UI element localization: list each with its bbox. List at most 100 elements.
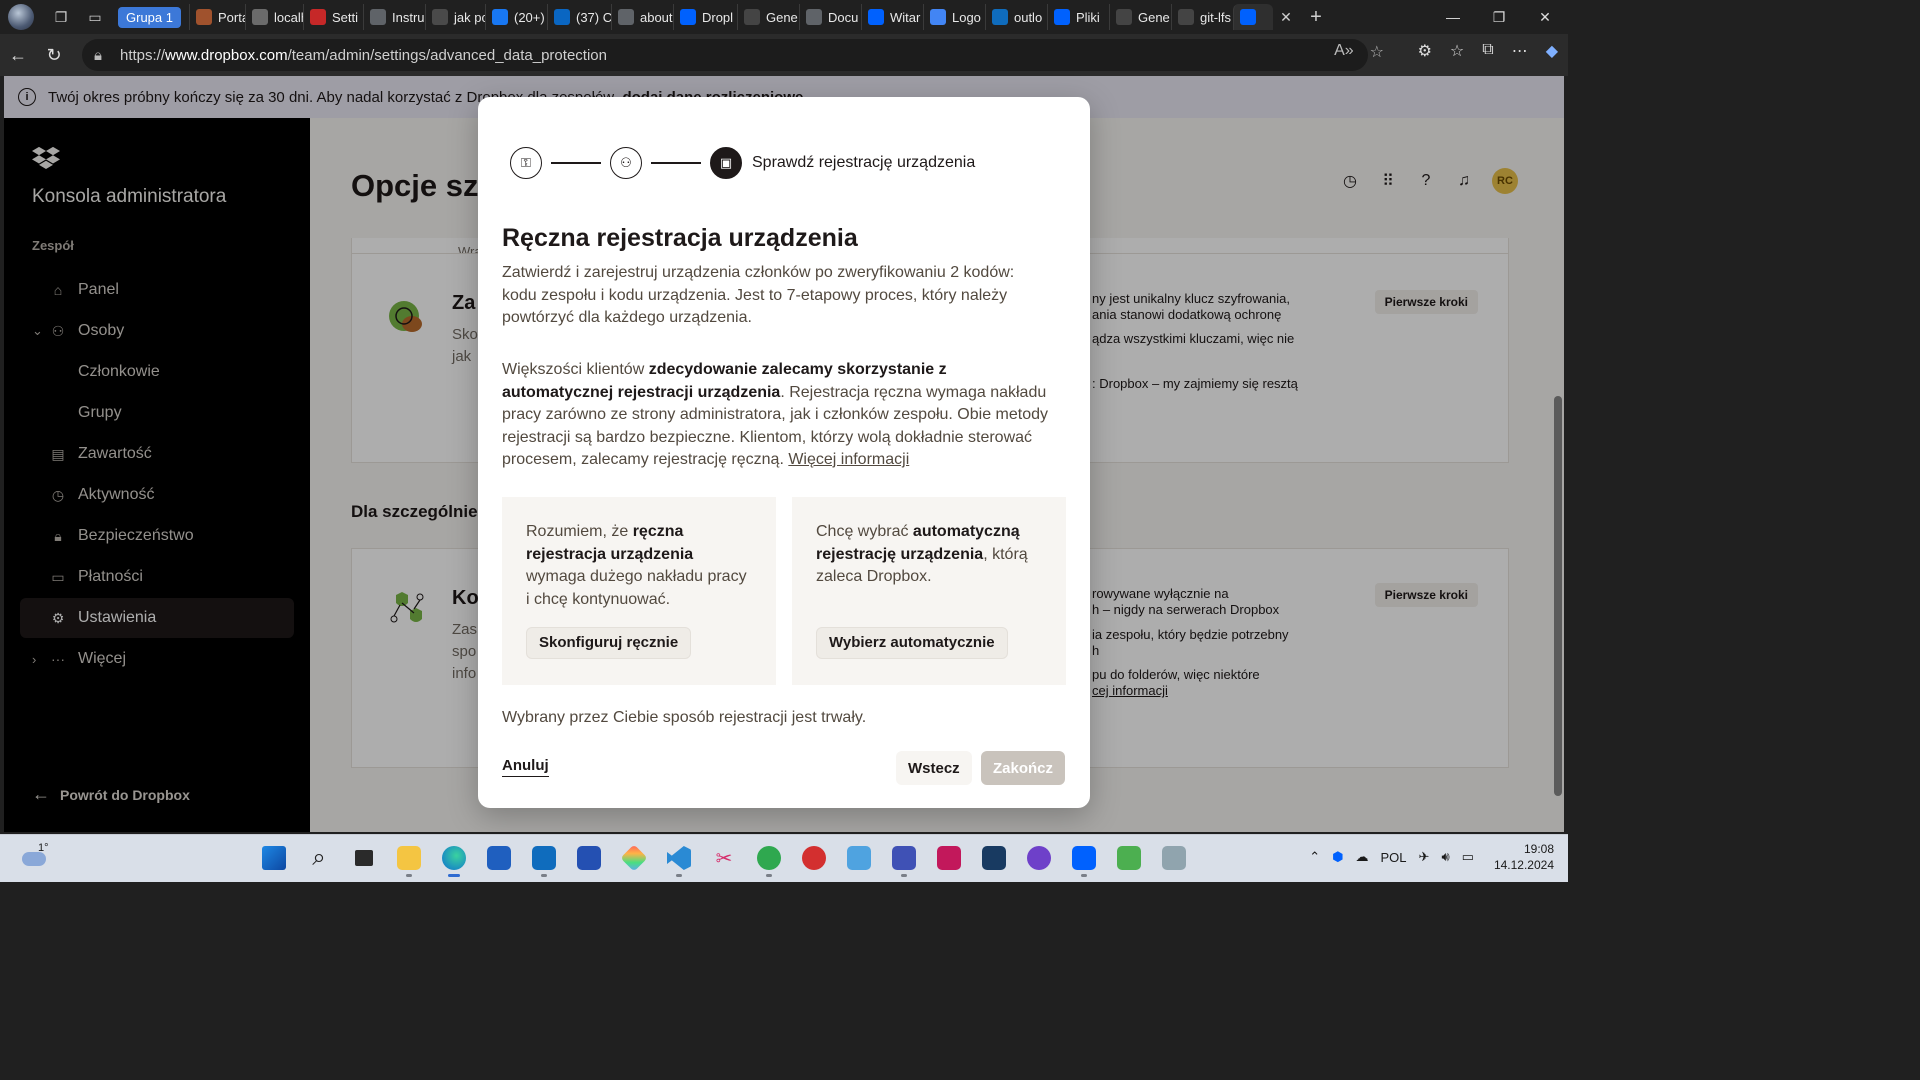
clock[interactable]: 19:08 14.12.2024	[1494, 841, 1554, 873]
app-files-icon[interactable]	[1113, 841, 1145, 875]
back-button[interactable]: Wstecz	[896, 751, 972, 785]
close-tab-icon[interactable]: ✕	[1277, 8, 1295, 26]
browser-tab[interactable]: Gene	[1108, 4, 1171, 30]
app-green-icon[interactable]	[753, 841, 785, 877]
browser-tab[interactable]: localh	[244, 4, 303, 30]
permanent-choice-note: Wybrany przez Ciebie sposób rejestracji …	[502, 709, 867, 726]
tab-label: Porta	[217, 9, 245, 25]
vscode-icon[interactable]	[663, 841, 695, 877]
tab-favicon-icon	[1239, 9, 1256, 25]
tab-favicon-icon	[431, 9, 448, 25]
browser-tab[interactable]: Witar	[860, 4, 923, 30]
more-menu-icon[interactable]: ⋯	[1512, 41, 1528, 61]
browser-tab[interactable]: (37) C	[546, 4, 611, 30]
outlook-icon[interactable]	[528, 841, 560, 877]
address-bar-row: ← ↻ 🔒︎ https://www.dropbox.com/team/admi…	[0, 34, 1568, 76]
automatic-option-card: Chcę wybrać automatyczną rejestrację urz…	[792, 497, 1066, 685]
back-icon[interactable]: ←	[0, 37, 36, 73]
app-red-icon[interactable]	[798, 841, 830, 875]
favorites-icon[interactable]: ☆	[1450, 41, 1464, 61]
tab-actions-icon[interactable]: ▭	[86, 8, 104, 26]
favorite-star-icon[interactable]: ☆	[1370, 42, 1384, 62]
key-icon: ⚿	[510, 147, 542, 179]
copilot-icon[interactable]: ◆	[1546, 41, 1558, 61]
start-icon[interactable]	[258, 841, 290, 875]
url-field[interactable]: 🔒︎ https://www.dropbox.com/team/admin/se…	[82, 39, 1368, 71]
profile-avatar[interactable]	[8, 4, 34, 30]
refresh-icon[interactable]: ↻	[36, 37, 72, 73]
media-app-icon[interactable]	[933, 841, 965, 875]
network-app-icon[interactable]	[888, 841, 920, 877]
weather-widget[interactable]: 1°	[18, 842, 50, 870]
dropbox-tray-icon[interactable]: ⬢	[1332, 849, 1343, 865]
browser-tab[interactable]: (20+)	[484, 4, 547, 30]
user-key-icon: ⚇	[610, 147, 642, 179]
save-icon[interactable]	[573, 841, 605, 875]
tab-label: about	[639, 9, 673, 25]
dropbox-icon[interactable]	[1068, 841, 1100, 877]
onedrive-icon[interactable]: ☁	[1356, 849, 1369, 865]
device-check-icon: ▣	[710, 147, 742, 179]
temperature: 1°	[38, 842, 49, 854]
page-scrollbar[interactable]	[1552, 256, 1564, 826]
git-kraken-icon[interactable]	[618, 841, 650, 875]
browser-tab[interactable]: Pliki	[1046, 4, 1109, 30]
taskbar-apps: ⌕ ✂	[258, 841, 1190, 877]
browser-tab[interactable]: Dropl	[672, 4, 737, 30]
device-registration-modal: ⚿ ⚇ ▣ Sprawdź rejestrację urządzenia Ręc…	[478, 97, 1090, 808]
browser-tab-bar: ❐ ▭ Grupa 1 Porta localh Setti Instru jak pc…	[0, 0, 1568, 34]
store-icon[interactable]	[483, 841, 515, 875]
read-aloud-icon[interactable]: A»	[1334, 42, 1354, 62]
snipping-tool-icon[interactable]: ✂	[708, 841, 740, 875]
battery-icon[interactable]: ▭	[1462, 849, 1474, 865]
app-stack-icon[interactable]	[1158, 841, 1190, 875]
tab-favicon-icon	[617, 9, 634, 25]
restore-icon[interactable]: ❐	[1476, 9, 1522, 26]
configure-manually-button[interactable]: Skonfiguruj ręcznie	[526, 627, 692, 659]
scrollbar-thumb[interactable]	[1554, 396, 1562, 796]
system-tray: ⌃ ⬢ ☁ POL ✈ 🔊︎ ▭ 19:08 14.12.2024	[1309, 841, 1554, 873]
finish-button[interactable]: Zakończ	[981, 751, 1066, 785]
tab-label: Witar	[889, 9, 921, 25]
github-desktop-icon[interactable]	[1023, 841, 1055, 875]
search-icon[interactable]: ⌕	[303, 841, 335, 875]
collections-icon[interactable]: ⧉	[1482, 41, 1493, 61]
tab-label: Gene	[1137, 9, 1170, 25]
choose-automatic-button[interactable]: Wybierz automatycznie	[816, 627, 1008, 659]
time: 19:08	[1523, 842, 1554, 856]
browser-tab[interactable]: outlo	[984, 4, 1047, 30]
browser-tab[interactable]: Logo	[922, 4, 985, 30]
browser-tab[interactable]: git-lfs	[1170, 4, 1233, 30]
minimize-icon[interactable]: —	[1430, 9, 1476, 25]
browser-tab[interactable]	[1232, 4, 1273, 30]
browser-tab[interactable]: jak pc	[424, 4, 485, 30]
step-connector	[551, 162, 601, 164]
tab-label: Gene	[765, 9, 798, 25]
virtualbox-icon[interactable]	[978, 841, 1010, 875]
browser-tab[interactable]: Gene	[736, 4, 799, 30]
step-connector	[651, 162, 701, 164]
extensions-icon[interactable]: ⚙	[1418, 41, 1432, 61]
tab-favicon-icon	[929, 9, 946, 25]
language-indicator[interactable]: POL	[1381, 850, 1407, 865]
tab-group-label[interactable]: Grupa 1	[118, 6, 181, 28]
notepad-icon[interactable]	[843, 841, 875, 875]
browser-tab[interactable]: Instru	[362, 4, 425, 30]
edge-icon[interactable]	[438, 841, 470, 877]
new-tab-icon[interactable]: +	[1307, 6, 1325, 28]
task-view-icon[interactable]	[348, 841, 380, 875]
volume-icon[interactable]: 🔊︎	[1441, 849, 1449, 865]
workspaces-icon[interactable]: ❐	[52, 8, 70, 26]
tab-favicon-icon	[1115, 9, 1132, 25]
browser-tab[interactable]: about	[610, 4, 673, 30]
browser-tab[interactable]: Setti	[302, 4, 363, 30]
chevron-up-icon[interactable]: ⌃	[1309, 849, 1320, 865]
browser-tab[interactable]: Porta	[188, 4, 245, 30]
window-controls: — ❐ ✕	[1430, 0, 1568, 34]
close-window-icon[interactable]: ✕	[1522, 9, 1568, 26]
file-explorer-icon[interactable]	[393, 841, 425, 877]
cancel-button[interactable]: Anuluj	[502, 757, 549, 777]
airplane-icon[interactable]: ✈	[1419, 849, 1430, 865]
learn-more-link[interactable]: Więcej informacji	[788, 451, 909, 468]
browser-tab[interactable]: Docu	[798, 4, 861, 30]
